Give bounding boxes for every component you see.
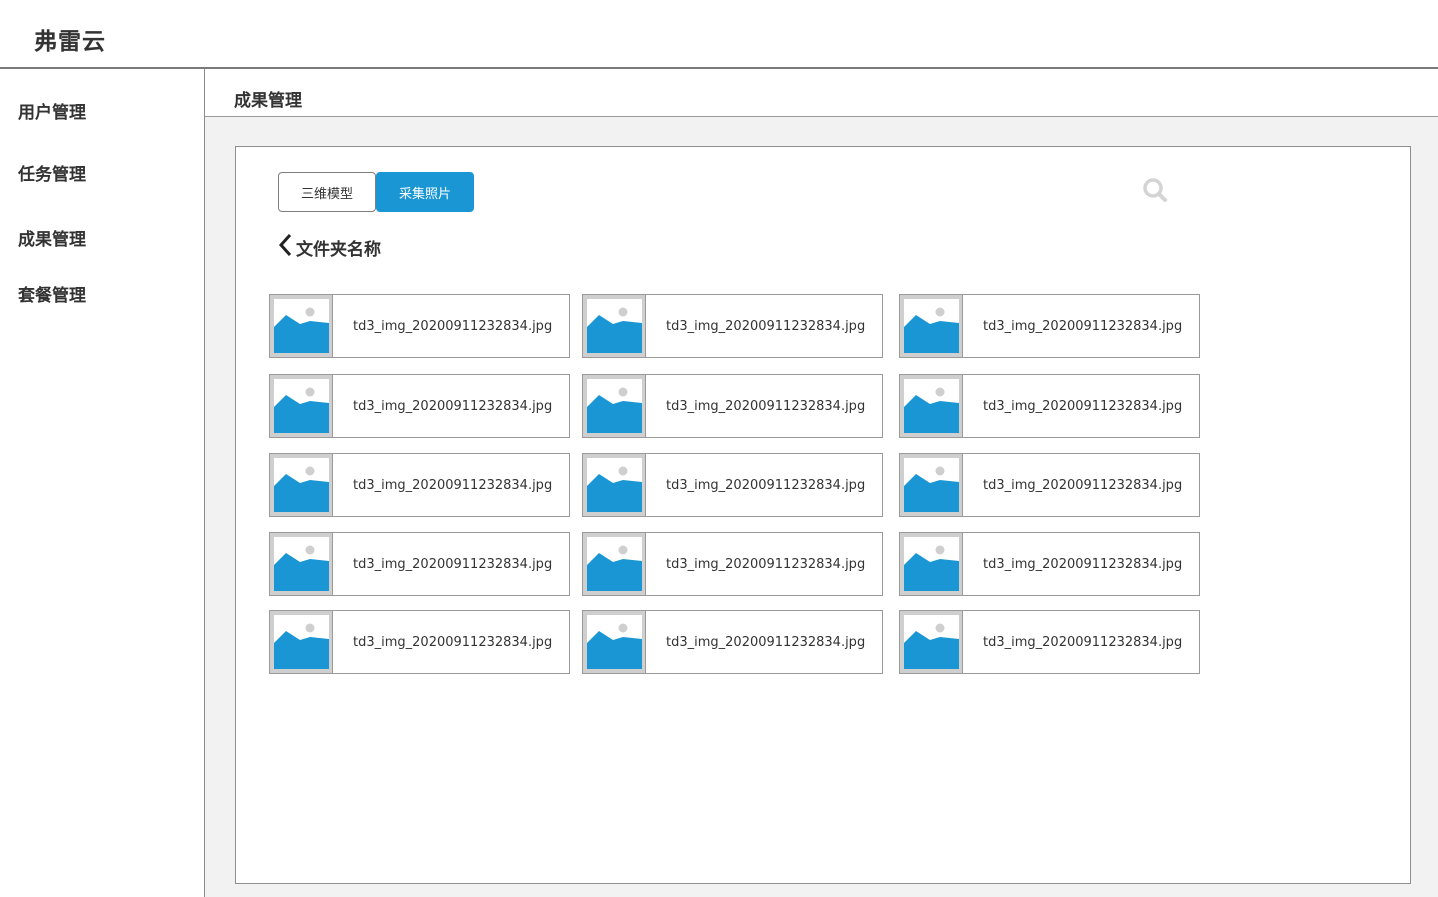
file-name: td3_img_20200911232834.jpg (666, 398, 866, 414)
image-placeholder-icon (900, 533, 963, 595)
image-placeholder-icon (583, 454, 646, 516)
image-placeholder-icon (270, 454, 333, 516)
file-card[interactable]: td3_img_20200911232834.jpg (899, 374, 1200, 438)
tab-collected-photos[interactable]: 采集照片 (376, 172, 474, 212)
image-placeholder-icon (583, 611, 646, 673)
file-card[interactable]: td3_img_20200911232834.jpg (269, 374, 570, 438)
file-name: td3_img_20200911232834.jpg (983, 477, 1183, 493)
file-name: td3_img_20200911232834.jpg (666, 477, 866, 493)
file-card[interactable]: td3_img_20200911232834.jpg (582, 610, 883, 674)
file-card[interactable]: td3_img_20200911232834.jpg (582, 532, 883, 596)
file-card[interactable]: td3_img_20200911232834.jpg (269, 294, 570, 358)
file-card[interactable]: td3_img_20200911232834.jpg (899, 453, 1200, 517)
file-card[interactable]: td3_img_20200911232834.jpg (899, 532, 1200, 596)
image-placeholder-icon (900, 611, 963, 673)
file-card[interactable]: td3_img_20200911232834.jpg (582, 294, 883, 358)
sidebar: 用户管理 任务管理 成果管理 套餐管理 (0, 69, 205, 897)
file-name: td3_img_20200911232834.jpg (353, 556, 553, 572)
page-header: 成果管理 (205, 69, 1438, 117)
image-placeholder-icon (583, 375, 646, 437)
sidebar-item-users[interactable]: 用户管理 (18, 98, 86, 123)
file-card[interactable]: td3_img_20200911232834.jpg (582, 374, 883, 438)
sidebar-item-packages[interactable]: 套餐管理 (18, 281, 86, 306)
tab-3d-model[interactable]: 三维模型 (278, 172, 376, 212)
sidebar-item-tasks[interactable]: 任务管理 (18, 160, 86, 185)
file-card[interactable]: td3_img_20200911232834.jpg (269, 453, 570, 517)
file-name: td3_img_20200911232834.jpg (353, 477, 553, 493)
file-name: td3_img_20200911232834.jpg (353, 398, 553, 414)
file-card[interactable]: td3_img_20200911232834.jpg (269, 610, 570, 674)
image-placeholder-icon (900, 375, 963, 437)
top-bar: 弗雷云 (0, 0, 1438, 69)
image-placeholder-icon (900, 295, 963, 357)
file-name: td3_img_20200911232834.jpg (983, 318, 1183, 334)
chevron-left-icon (276, 231, 296, 263)
image-placeholder-icon (270, 533, 333, 595)
image-placeholder-icon (583, 295, 646, 357)
file-card[interactable]: td3_img_20200911232834.jpg (899, 610, 1200, 674)
file-card[interactable]: td3_img_20200911232834.jpg (899, 294, 1200, 358)
image-placeholder-icon (270, 295, 333, 357)
back-to-folder-button[interactable]: 文件夹名称 (276, 232, 381, 262)
page-title: 成果管理 (234, 91, 302, 111)
app-logo: 弗雷云 (34, 29, 106, 55)
image-placeholder-icon (900, 454, 963, 516)
image-placeholder-icon (270, 611, 333, 673)
image-placeholder-icon (270, 375, 333, 437)
file-name: td3_img_20200911232834.jpg (666, 634, 866, 650)
folder-name: 文件夹名称 (296, 239, 381, 260)
file-name: td3_img_20200911232834.jpg (666, 318, 866, 334)
file-name: td3_img_20200911232834.jpg (983, 556, 1183, 572)
file-card[interactable]: td3_img_20200911232834.jpg (582, 453, 883, 517)
file-name: td3_img_20200911232834.jpg (983, 634, 1183, 650)
file-card[interactable]: td3_img_20200911232834.jpg (269, 532, 570, 596)
sidebar-item-results[interactable]: 成果管理 (18, 225, 86, 250)
file-name: td3_img_20200911232834.jpg (983, 398, 1183, 414)
file-name: td3_img_20200911232834.jpg (353, 318, 553, 334)
search-icon[interactable] (1141, 176, 1169, 204)
image-placeholder-icon (583, 533, 646, 595)
file-name: td3_img_20200911232834.jpg (353, 634, 553, 650)
file-name: td3_img_20200911232834.jpg (666, 556, 866, 572)
